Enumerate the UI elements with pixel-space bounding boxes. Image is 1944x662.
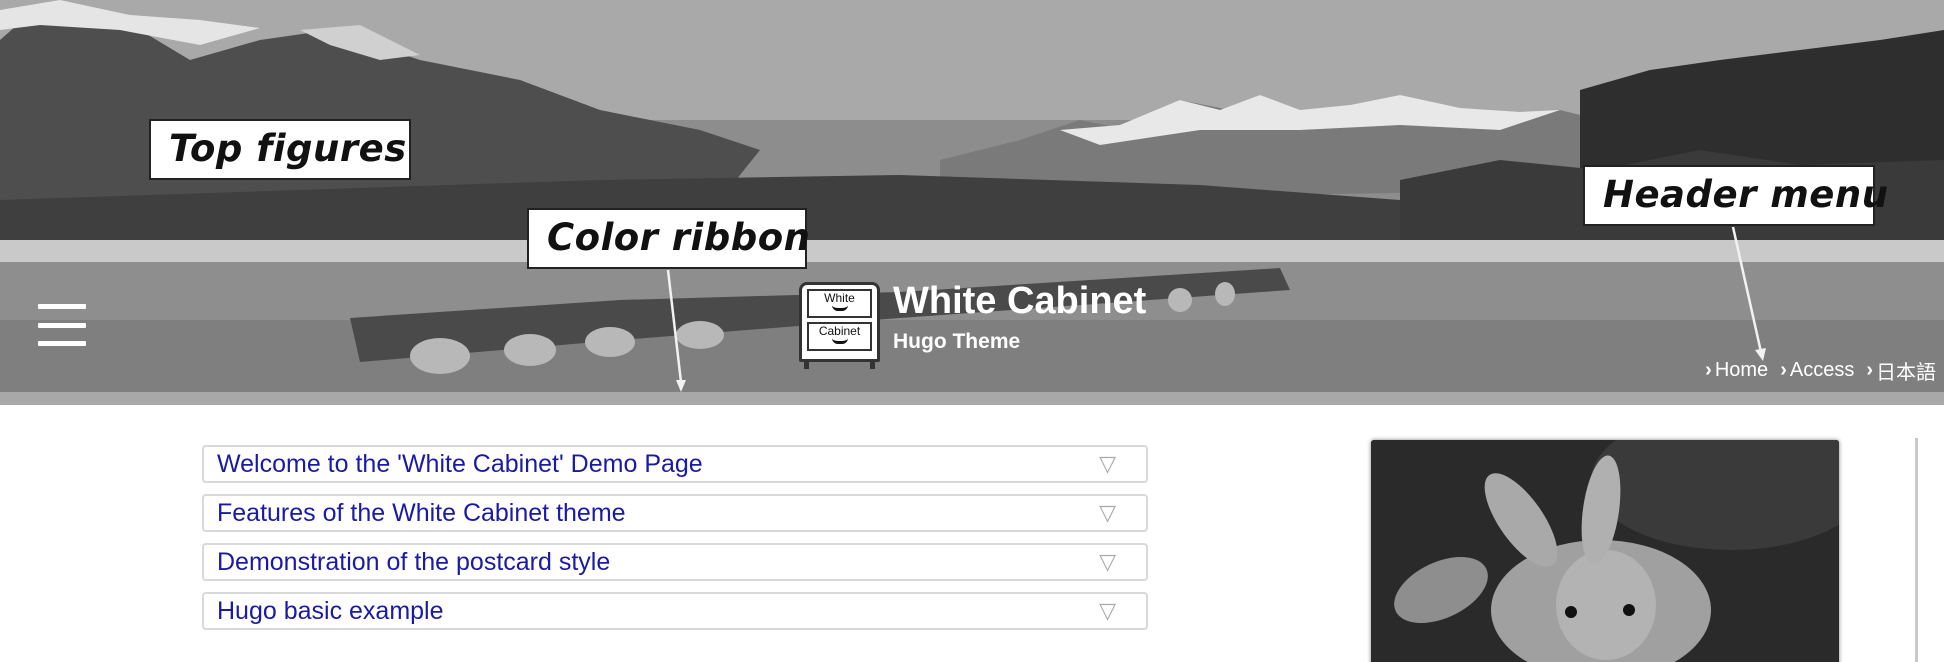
site-logo[interactable]: White Cabinet	[799, 282, 880, 369]
nav-item-japanese[interactable]: › 日本語	[1866, 356, 1936, 385]
header-menu: › Home › Access › 日本語	[1705, 356, 1936, 385]
drawer-handle-icon	[831, 338, 848, 344]
header-banner: Top figures Color ribbon Header menu Whi…	[0, 0, 1944, 392]
article-item[interactable]: Features of the White Cabinet theme ▽	[202, 494, 1148, 532]
article-title-link[interactable]: Hugo basic example	[217, 597, 444, 626]
article-item[interactable]: Welcome to the 'White Cabinet' Demo Page…	[202, 445, 1148, 483]
chevron-right-icon: ›	[1705, 359, 1712, 381]
nav-item-label: Home	[1714, 359, 1769, 381]
logo-drawer-top: White	[807, 289, 872, 318]
nav-item-label: 日本語	[1876, 362, 1936, 384]
hamburger-bar	[38, 322, 86, 328]
hamburger-bar	[38, 304, 86, 309]
drawer-handle-icon	[831, 305, 848, 311]
hamburger-bar	[38, 341, 86, 346]
logo-drawer-bottom: Cabinet	[807, 322, 872, 351]
nav-item-access[interactable]: › Access	[1780, 356, 1854, 385]
rabbit-photo	[1371, 440, 1839, 662]
rabbit-illustration	[1371, 440, 1839, 662]
logo-drawer-bottom-label: Cabinet	[818, 324, 861, 338]
nav-item-home[interactable]: › Home	[1705, 356, 1768, 385]
logo-leg	[870, 359, 875, 369]
chevron-right-icon: ›	[1866, 359, 1873, 381]
article-title-link[interactable]: Features of the White Cabinet theme	[217, 499, 626, 528]
hamburger-menu-icon[interactable]	[38, 304, 86, 346]
expand-triangle-icon[interactable]: ▽	[1099, 549, 1116, 575]
color-ribbon	[0, 392, 1944, 405]
article-title-link[interactable]: Demonstration of the postcard style	[217, 548, 610, 577]
expand-triangle-icon[interactable]: ▽	[1099, 500, 1116, 526]
annotation-top-figures: Top figures	[149, 119, 411, 180]
chevron-right-icon: ›	[1780, 359, 1787, 381]
article-list: Welcome to the 'White Cabinet' Demo Page…	[202, 445, 1148, 641]
nav-item-label: Access	[1789, 359, 1855, 381]
annotation-header-menu: Header menu	[1583, 165, 1888, 226]
annotation-color-ribbon: Color ribbon	[527, 208, 810, 269]
article-item[interactable]: Hugo basic example ▽	[202, 592, 1148, 630]
expand-triangle-icon[interactable]: ▽	[1099, 598, 1116, 624]
article-title-link[interactable]: Welcome to the 'White Cabinet' Demo Page	[217, 450, 703, 479]
scrollbar[interactable]	[1915, 438, 1918, 662]
article-item[interactable]: Demonstration of the postcard style ▽	[202, 543, 1148, 581]
logo-leg	[804, 359, 809, 369]
expand-triangle-icon[interactable]: ▽	[1099, 451, 1116, 477]
site-subtitle: Hugo Theme	[893, 330, 1021, 353]
site-title[interactable]: White Cabinet	[893, 280, 1146, 323]
logo-drawer-top-label: White	[824, 291, 855, 305]
